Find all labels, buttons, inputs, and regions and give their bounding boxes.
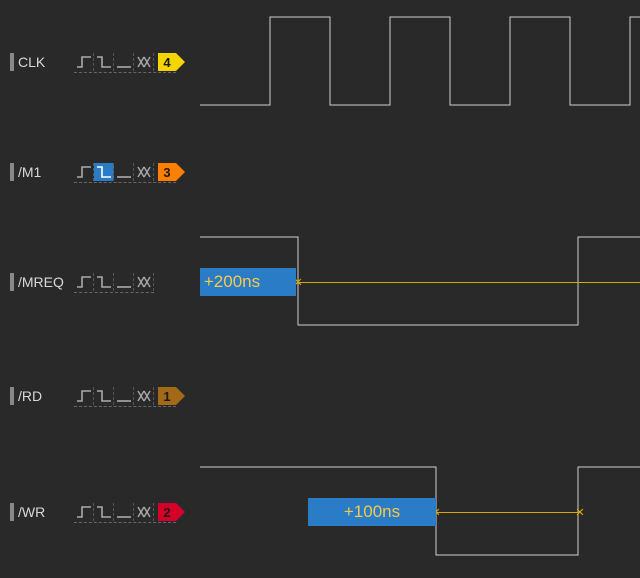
edge-tool-rise[interactable] xyxy=(74,53,94,71)
edge-tool-rise[interactable] xyxy=(74,163,94,181)
edge-tool-rise[interactable] xyxy=(74,503,94,521)
edge-tool-fall[interactable] xyxy=(94,503,114,521)
signal-edge-toolbar: 1 xyxy=(74,387,176,405)
edge-tool-fall[interactable] xyxy=(94,53,114,71)
edge-tool-low[interactable] xyxy=(114,387,134,405)
signal-name[interactable]: /RD xyxy=(18,388,68,404)
signal-label-area: /RD xyxy=(10,387,68,405)
edge-tool-rise[interactable] xyxy=(74,387,94,405)
edge-tool-fall[interactable] xyxy=(94,273,114,291)
edge-tool-fall[interactable] xyxy=(94,163,114,181)
timing-annotation[interactable]: +200ns xyxy=(200,268,296,296)
waveform-area[interactable] xyxy=(200,341,640,451)
signal-row: /M1 3 xyxy=(0,117,640,227)
signal-color-bar xyxy=(10,503,14,521)
edge-tool-low[interactable] xyxy=(114,163,134,181)
signal-edge-toolbar: 3 xyxy=(74,163,176,181)
edge-count-tag[interactable]: 3 xyxy=(158,163,176,181)
edge-count-tag[interactable]: 2 xyxy=(158,503,176,521)
edge-tool-xx[interactable] xyxy=(134,503,154,521)
edge-tool-rise[interactable] xyxy=(74,273,94,291)
signal-label-area: /M1 xyxy=(10,163,68,181)
timing-highlight xyxy=(298,282,640,283)
waveform-area[interactable]: ✕✕+100ns xyxy=(200,457,640,567)
signal-edge-toolbar xyxy=(74,273,154,291)
waveform-area[interactable]: ✕✕+200ns xyxy=(200,227,640,337)
waveform-area[interactable] xyxy=(200,117,640,227)
signal-row: CLK 4 xyxy=(0,7,640,117)
waveform-area[interactable] xyxy=(200,7,640,117)
signal-color-bar xyxy=(10,387,14,405)
timing-marker-icon: ✕ xyxy=(576,504,584,520)
signal-name[interactable]: /WR xyxy=(18,504,68,520)
signal-row: /MREQ ✕✕+200ns xyxy=(0,227,640,337)
signal-row: /RD 1 xyxy=(0,341,640,451)
edge-tool-low[interactable] xyxy=(114,53,134,71)
signal-color-bar xyxy=(10,53,14,71)
signal-color-bar xyxy=(10,273,14,291)
signal-row: /WR2 ✕✕+100ns xyxy=(0,457,640,567)
signal-name[interactable]: /M1 xyxy=(18,164,68,180)
signal-label-area: /WR xyxy=(10,503,68,521)
signal-edge-toolbar: 2 xyxy=(74,503,176,521)
edge-tool-xx[interactable] xyxy=(134,387,154,405)
signal-label-area: /MREQ xyxy=(10,273,68,291)
edge-tool-xx[interactable] xyxy=(134,53,154,71)
signal-label-area: CLK xyxy=(10,53,68,71)
edge-tool-xx[interactable] xyxy=(134,163,154,181)
signal-name[interactable]: CLK xyxy=(18,54,68,70)
signal-color-bar xyxy=(10,163,14,181)
signal-name[interactable]: /MREQ xyxy=(18,274,68,290)
edge-tool-xx[interactable] xyxy=(134,273,154,291)
edge-tool-fall[interactable] xyxy=(94,387,114,405)
edge-tool-low[interactable] xyxy=(114,503,134,521)
edge-tool-low[interactable] xyxy=(114,273,134,291)
edge-count-tag[interactable]: 4 xyxy=(158,53,176,71)
edge-count-tag[interactable]: 1 xyxy=(158,387,176,405)
timing-highlight xyxy=(436,512,580,513)
signal-edge-toolbar: 4 xyxy=(74,53,176,71)
timing-annotation[interactable]: +100ns xyxy=(308,498,436,526)
